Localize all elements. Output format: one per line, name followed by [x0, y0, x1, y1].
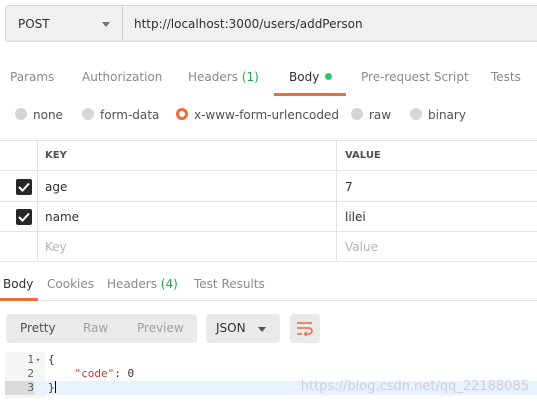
table-row-new: Key Value: [0, 232, 537, 262]
key-cell[interactable]: name: [38, 202, 337, 231]
tab-params[interactable]: Params: [10, 70, 54, 84]
tab-authorization[interactable]: Authorization: [82, 70, 162, 84]
radio-x-www-form-urlencoded[interactable]: x-www-form-urlencoded: [176, 108, 339, 122]
active-tab-indicator: [274, 93, 346, 96]
wrap-lines-button[interactable]: [290, 314, 320, 343]
tab-response-body[interactable]: Body: [3, 277, 33, 291]
header-check-cell: [0, 141, 38, 170]
tab-headers-label: Headers: [188, 70, 238, 84]
chevron-down-icon: [102, 22, 110, 27]
key-cell[interactable]: age: [38, 172, 337, 201]
url-input[interactable]: http://localhost:3000/users/addPerson: [122, 5, 537, 42]
radio-none[interactable]: none: [15, 108, 63, 122]
check-cell: [0, 232, 38, 261]
row-checkbox[interactable]: [16, 209, 32, 225]
language-select[interactable]: JSON: [206, 314, 280, 343]
radio-form-data[interactable]: form-data: [82, 108, 159, 122]
tab-tests[interactable]: Tests: [491, 70, 521, 84]
watermark: https://blog.csdn.net/qq_22188085: [300, 379, 529, 394]
radio-raw[interactable]: raw: [351, 108, 391, 122]
value-cell[interactable]: lilei: [338, 202, 537, 231]
method-label: POST: [18, 17, 50, 31]
radio-circle-icon: [82, 108, 94, 120]
code-line: 1 ▾ {: [5, 353, 537, 367]
table-row: age 7: [0, 172, 537, 202]
tab-headers-count: (1): [241, 70, 259, 84]
tab-response-headers-count: (4): [160, 277, 178, 291]
radio-label: binary: [428, 108, 466, 122]
request-tabs: Params Authorization Headers (1) Body Pr…: [0, 60, 537, 96]
line-number: 2: [27, 367, 34, 380]
code-text: }: [48, 381, 56, 395]
fold-arrow-icon[interactable]: ▾: [36, 353, 40, 367]
tab-pre-request-script[interactable]: Pre-request Script: [361, 70, 469, 84]
tab-cookies[interactable]: Cookies: [47, 277, 94, 291]
new-value-input[interactable]: Value: [338, 232, 537, 261]
table-row: name lilei: [0, 202, 537, 232]
json-value: : 0: [114, 367, 135, 380]
radio-label: raw: [369, 108, 392, 122]
active-dot-icon: [325, 73, 333, 80]
radio-selected-icon: [176, 108, 188, 120]
radio-circle-icon: [15, 108, 27, 120]
code-text: "code": 0: [48, 367, 135, 381]
value-cell[interactable]: 7: [338, 172, 537, 201]
radio-circle-icon: [410, 108, 422, 120]
format-toggle-group: Pretty Raw Preview: [6, 314, 197, 343]
method-dropdown[interactable]: POST: [5, 5, 123, 42]
wrap-lines-icon: [297, 322, 313, 337]
key-column-header: KEY: [38, 141, 337, 170]
radio-binary[interactable]: binary: [410, 108, 466, 122]
code-text: {: [48, 353, 55, 366]
radio-circle-icon: [351, 108, 363, 120]
tab-test-results[interactable]: Test Results: [194, 277, 265, 291]
radio-label: x-www-form-urlencoded: [194, 108, 339, 122]
check-cell: [0, 202, 38, 231]
text-cursor: [54, 381, 56, 393]
tab-body[interactable]: Body: [289, 70, 333, 84]
new-key-input[interactable]: Key: [38, 232, 337, 261]
language-label: JSON: [216, 321, 246, 335]
radio-label: none: [33, 108, 63, 122]
value-column-header: VALUE: [345, 150, 381, 161]
line-number: 1: [27, 353, 34, 366]
radio-label: form-data: [100, 108, 160, 122]
tab-response-headers-label: Headers: [107, 277, 157, 291]
table-header-row: KEY VALUE: [0, 141, 537, 171]
check-cell: [0, 172, 38, 201]
check-icon: [18, 182, 30, 192]
format-pretty-button[interactable]: Pretty: [20, 321, 56, 335]
tab-headers[interactable]: Headers (1): [188, 70, 259, 84]
tab-response-headers[interactable]: Headers (4): [107, 277, 178, 291]
tab-body-label: Body: [289, 70, 320, 84]
format-preview-button[interactable]: Preview: [137, 321, 184, 335]
params-table: KEY VALUE age 7 name lilei Key Value: [0, 140, 537, 262]
url-text: http://localhost:3000/users/addPerson: [134, 17, 363, 31]
response-tabs: Body Cookies Headers (4) Test Results: [0, 270, 537, 301]
code-brace: }: [48, 381, 55, 394]
json-key: "code": [74, 367, 115, 380]
check-icon: [18, 212, 30, 222]
active-response-tab-indicator: [0, 298, 38, 301]
line-number: 3: [5, 381, 34, 395]
body-type-group: none form-data x-www-form-urlencoded raw…: [0, 104, 537, 128]
format-raw-button[interactable]: Raw: [83, 321, 108, 335]
row-checkbox[interactable]: [16, 179, 32, 195]
chevron-down-icon: [258, 327, 266, 332]
